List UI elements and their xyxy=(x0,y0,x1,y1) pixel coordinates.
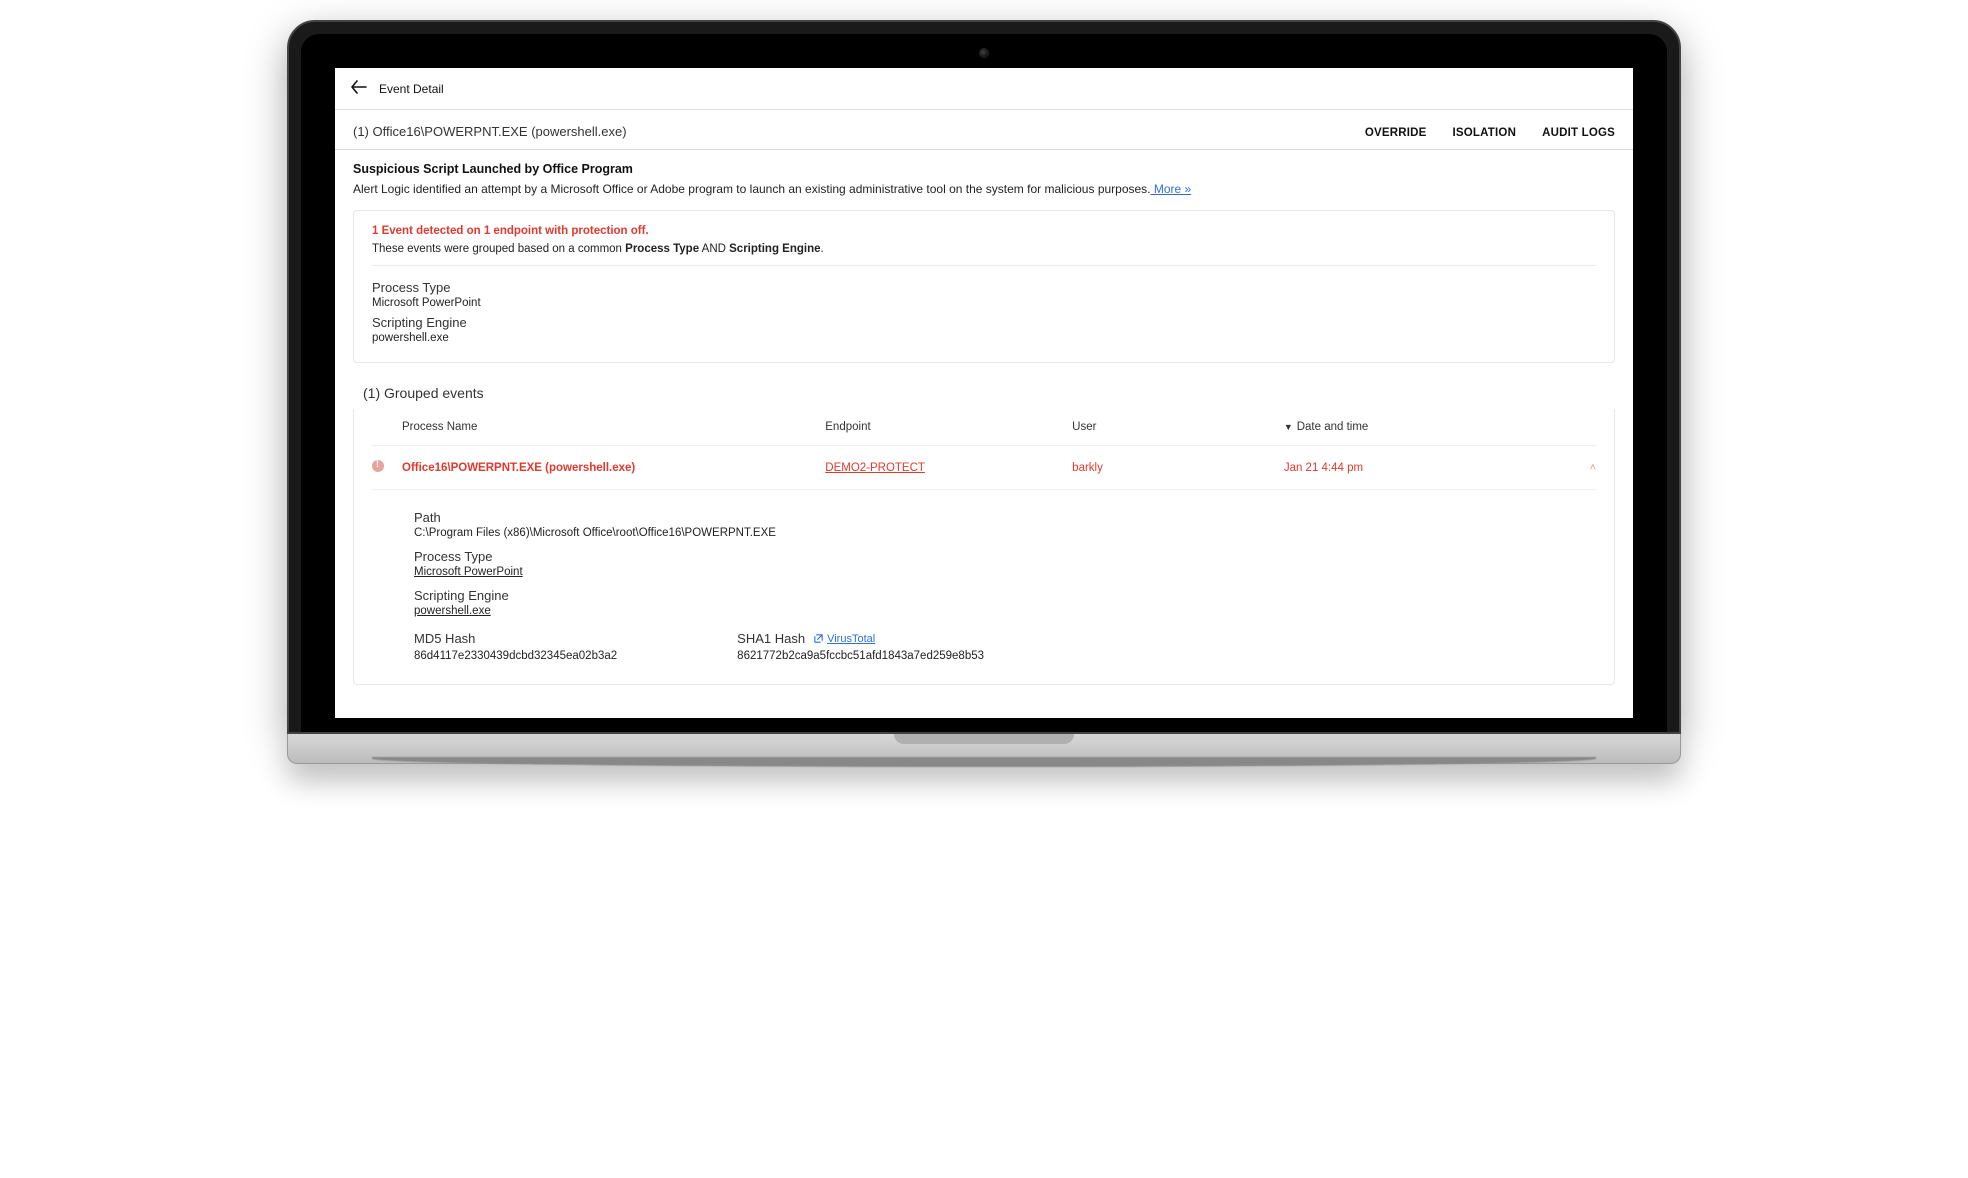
laptop-bezel: Event Detail (1) Office16\POWERPNT.EXE (… xyxy=(287,20,1681,734)
laptop-foot xyxy=(372,757,1597,767)
row-datetime: Jan 21 4:44 pm xyxy=(1284,462,1566,474)
divider xyxy=(372,265,1596,266)
sort-descending-icon: ▼ xyxy=(1284,422,1293,432)
alert-section: Suspicious Script Launched by Office Pro… xyxy=(335,150,1633,196)
grouped-events-table: Process Name Endpoint User ▼ Date and ti… xyxy=(353,409,1615,685)
row-user: barkly xyxy=(1072,462,1284,474)
col-datetime-label: Date and time xyxy=(1297,421,1369,433)
grouping-process-type: Process Type xyxy=(625,243,699,255)
external-link-icon xyxy=(813,633,824,644)
detail-seng-label: Scripting Engine xyxy=(414,588,1596,603)
grouped-events-title: (1) Grouped events xyxy=(335,363,1633,409)
process-type-label: Process Type xyxy=(372,280,1596,295)
laptop-mockup: Event Detail (1) Office16\POWERPNT.EXE (… xyxy=(287,20,1681,764)
col-process[interactable]: Process Name xyxy=(402,421,825,433)
sha1-block: SHA1 Hash VirusTotal 8621772b2ca9a5fccbc… xyxy=(737,631,984,662)
detail-ptype-label: Process Type xyxy=(414,549,1596,564)
scripting-engine-label: Scripting Engine xyxy=(372,315,1596,330)
col-endpoint[interactable]: Endpoint xyxy=(825,421,1072,433)
detail-path-value: C:\Program Files (x86)\Microsoft Office\… xyxy=(414,527,1596,539)
process-type-value: Microsoft PowerPoint xyxy=(372,297,1596,309)
hash-row: MD5 Hash 86d4117e2330439dcbd32345ea02b3a… xyxy=(414,631,1596,662)
detail-path-label: Path xyxy=(414,510,1596,525)
table-row[interactable]: Office16\POWERPNT.EXE (powershell.exe) D… xyxy=(372,446,1596,490)
sha1-value: 8621772b2ca9a5fccbc51afd1843a7ed259e8b53 xyxy=(737,650,984,662)
detail-seng-value[interactable]: powershell.exe xyxy=(414,605,1596,617)
col-user[interactable]: User xyxy=(1072,421,1284,433)
summary-card: 1 Event detected on 1 endpoint with prot… xyxy=(353,210,1615,363)
alert-description: Alert Logic identified an attempt by a M… xyxy=(353,182,1615,196)
page-title: Event Detail xyxy=(379,82,444,96)
grouping-mid: AND xyxy=(699,243,729,255)
override-tab[interactable]: OVERRIDE xyxy=(1365,127,1427,139)
sha1-label: SHA1 Hash VirusTotal xyxy=(737,631,875,646)
grouping-scripting-engine: Scripting Engine xyxy=(729,243,820,255)
laptop-notch xyxy=(894,734,1074,744)
action-tabs: OVERRIDE ISOLATION AUDIT LOGS xyxy=(1365,127,1615,139)
back-arrow-icon[interactable] xyxy=(351,80,367,97)
md5-label: MD5 Hash xyxy=(414,631,475,646)
grouping-post: . xyxy=(821,243,824,255)
scripting-engine-value: powershell.exe xyxy=(372,332,1596,344)
subheader: (1) Office16\POWERPNT.EXE (powershell.ex… xyxy=(335,110,1633,150)
virustotal-text: VirusTotal xyxy=(827,633,875,645)
md5-value: 86d4117e2330439dcbd32345ea02b3a2 xyxy=(414,650,617,662)
laptop-base xyxy=(287,734,1681,764)
row-details: Path C:\Program Files (x86)\Microsoft Of… xyxy=(372,490,1596,662)
topbar: Event Detail xyxy=(335,68,1633,110)
more-link[interactable]: More » xyxy=(1151,182,1192,196)
detail-ptype-value[interactable]: Microsoft PowerPoint xyxy=(414,566,1596,578)
grouping-pre: These events were grouped based on a com… xyxy=(372,243,625,255)
row-process: Office16\POWERPNT.EXE (powershell.exe) xyxy=(402,462,825,474)
audit-logs-tab[interactable]: AUDIT LOGS xyxy=(1542,127,1615,139)
row-endpoint-link[interactable]: DEMO2-PROTECT xyxy=(825,462,1072,474)
grouping-explainer: These events were grouped based on a com… xyxy=(372,243,1596,255)
app-screen: Event Detail (1) Office16\POWERPNT.EXE (… xyxy=(335,68,1633,718)
md5-block: MD5 Hash 86d4117e2330439dcbd32345ea02b3a… xyxy=(414,631,617,662)
alert-description-text: Alert Logic identified an attempt by a M… xyxy=(353,182,1151,196)
camera-icon xyxy=(979,48,989,58)
laptop-inner-bezel: Event Detail (1) Office16\POWERPNT.EXE (… xyxy=(301,34,1667,732)
alert-title: Suspicious Script Launched by Office Pro… xyxy=(353,162,1615,176)
chevron-up-icon[interactable]: ˄ xyxy=(1566,462,1596,474)
col-datetime[interactable]: ▼ Date and time xyxy=(1284,421,1566,433)
isolation-tab[interactable]: ISOLATION xyxy=(1453,127,1517,139)
sha1-label-text: SHA1 Hash xyxy=(737,631,805,646)
event-identifier: (1) Office16\POWERPNT.EXE (powershell.ex… xyxy=(353,124,627,139)
virustotal-link[interactable]: VirusTotal xyxy=(813,633,875,645)
protection-off-banner: 1 Event detected on 1 endpoint with prot… xyxy=(372,225,1596,237)
alert-icon xyxy=(372,460,402,475)
table-header: Process Name Endpoint User ▼ Date and ti… xyxy=(372,409,1596,446)
